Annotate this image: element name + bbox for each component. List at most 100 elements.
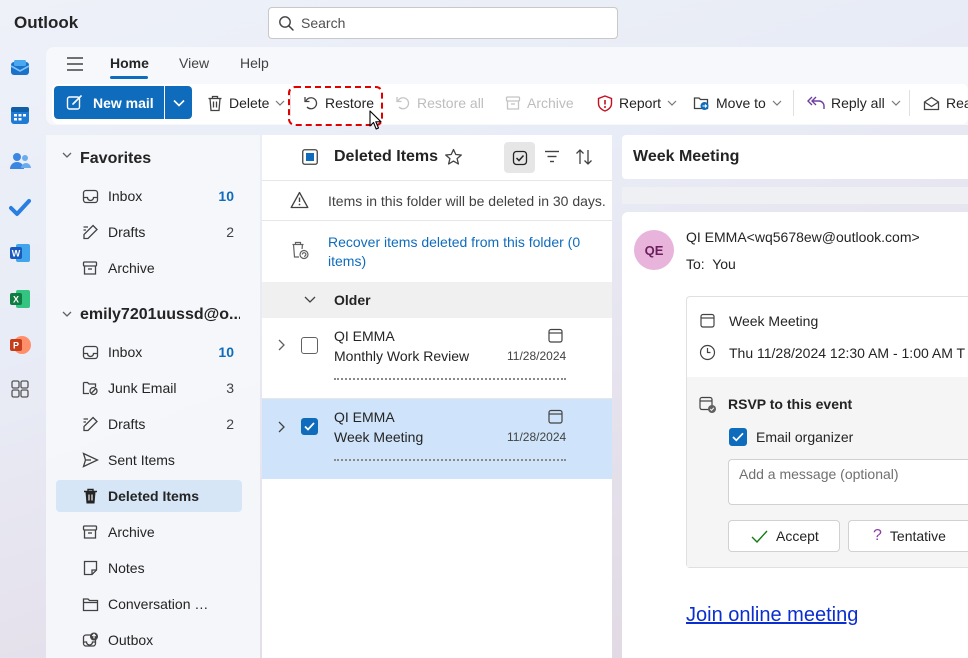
folder-drafts[interactable]: Drafts 2	[56, 408, 242, 440]
move-to-button[interactable]: Move to	[693, 91, 782, 115]
tab-home[interactable]: Home	[110, 55, 149, 71]
tab-help[interactable]: Help	[240, 55, 269, 71]
folder-conversation-history[interactable]: Conversation Histo...	[56, 588, 242, 620]
calendar-rsvp-icon	[699, 396, 717, 414]
powerpoint-app-icon[interactable]: P	[8, 333, 32, 357]
shield-alert-icon	[597, 94, 613, 112]
folder-favorites-inbox[interactable]: Inbox 10	[56, 180, 242, 212]
read-button[interactable]: Rea	[923, 91, 968, 115]
excel-app-icon[interactable]: X	[8, 287, 32, 311]
folder-deleted-items[interactable]: Deleted Items	[56, 480, 242, 512]
folder-junk-email[interactable]: Junk Email 3	[56, 372, 242, 404]
mouse-cursor-icon	[369, 110, 383, 131]
recover-items-link[interactable]: Recover items deleted from this folder (…	[328, 233, 598, 271]
new-mail-dropdown[interactable]	[165, 86, 192, 119]
drafts-icon	[81, 416, 99, 432]
group-header-label: Older	[334, 292, 371, 308]
word-app-icon[interactable]: W	[8, 241, 32, 265]
folder-favorites-drafts[interactable]: Drafts 2	[56, 216, 242, 248]
favorites-header[interactable]: Favorites	[80, 150, 151, 168]
folder-inbox[interactable]: Inbox 10	[56, 336, 242, 368]
message-list-title: Deleted Items	[334, 148, 439, 165]
delete-label: Delete	[229, 95, 270, 111]
message-date: 11/28/2024	[507, 430, 567, 444]
reply-all-button[interactable]: Reply all	[807, 91, 901, 115]
archive-icon	[81, 524, 99, 540]
restore-all-label: Restore all	[417, 95, 484, 111]
archive-label: Archive	[527, 95, 574, 111]
search-input[interactable]: Search	[268, 7, 618, 39]
tab-view[interactable]: View	[179, 55, 209, 71]
folder-notes[interactable]: Notes	[56, 552, 242, 584]
new-mail-button[interactable]: New mail	[54, 86, 164, 119]
recover-trash-icon	[291, 241, 310, 260]
select-all-checkbox[interactable]	[302, 149, 318, 165]
restore-all-button[interactable]: Restore all	[395, 91, 484, 115]
divider	[262, 180, 612, 181]
folder-label: Inbox	[108, 188, 143, 204]
avatar[interactable]: QE	[634, 230, 674, 270]
archive-icon	[505, 95, 521, 111]
folder-archive[interactable]: Archive	[56, 516, 242, 548]
chevron-down-icon[interactable]	[62, 152, 72, 158]
chevron-right-icon[interactable]	[278, 339, 285, 351]
report-button[interactable]: Report	[597, 91, 677, 115]
chevron-down-icon	[772, 100, 782, 106]
tentative-button[interactable]: ? Tentative	[848, 520, 968, 552]
svg-text:X: X	[13, 295, 19, 305]
compose-icon	[66, 94, 83, 111]
calendar-item-icon	[548, 409, 563, 424]
folder-outbox[interactable]: Outbox	[56, 624, 242, 656]
delete-button[interactable]: Delete	[207, 91, 285, 115]
folder-label: Deleted Items	[108, 488, 200, 504]
rsvp-message-input[interactable]: Add a message (optional)	[728, 459, 968, 505]
chevron-down-icon[interactable]	[62, 311, 72, 317]
account-header[interactable]: emily7201uussd@o...	[80, 306, 240, 324]
search-icon	[278, 15, 295, 32]
star-icon[interactable]	[444, 148, 463, 166]
archive-button[interactable]: Archive	[505, 91, 574, 115]
todo-app-icon[interactable]	[8, 195, 32, 219]
mail-app-icon[interactable]	[8, 56, 32, 80]
message-preview-placeholder	[334, 459, 566, 461]
rsvp-label: RSVP to this event	[728, 396, 853, 412]
more-apps-icon[interactable]	[8, 377, 32, 401]
unread-count: 10	[218, 188, 234, 204]
junk-icon	[81, 380, 99, 396]
message-checkbox[interactable]	[301, 337, 318, 354]
folder-label: Junk Email	[108, 380, 177, 396]
message-checkbox-checked[interactable]	[301, 418, 318, 435]
selection-mode-button[interactable]	[504, 142, 535, 173]
folder-label: Drafts	[108, 224, 146, 240]
toolbar-divider	[793, 90, 794, 116]
sender-address[interactable]: QI EMMA<wq5678ew@outlook.com>	[686, 229, 920, 245]
message-subject: Monthly Work Review	[334, 348, 470, 364]
to-label: To:	[686, 256, 705, 272]
hamburger-menu-icon[interactable]	[66, 56, 84, 72]
chevron-right-icon[interactable]	[278, 421, 285, 433]
chevron-down-icon	[275, 100, 285, 106]
reply-all-label: Reply all	[831, 95, 885, 111]
folder-sent-items[interactable]: Sent Items	[56, 444, 242, 476]
folder-label: Drafts	[108, 416, 146, 432]
chevron-down-icon[interactable]	[304, 296, 316, 303]
message-subject: Week Meeting	[334, 429, 424, 445]
folder-move-icon	[693, 95, 710, 111]
tentative-label: Tentative	[889, 528, 946, 544]
trash-icon	[81, 488, 99, 505]
accept-button[interactable]: Accept	[728, 520, 840, 552]
app-title: Outlook	[14, 13, 79, 32]
calendar-app-icon[interactable]	[8, 103, 32, 127]
sort-icon[interactable]	[575, 148, 593, 166]
unread-count: 10	[218, 344, 234, 360]
folder-favorites-archive[interactable]: Archive	[56, 252, 242, 284]
email-organizer-checkbox[interactable]	[729, 428, 747, 446]
folder-label: Archive	[108, 260, 155, 276]
filter-icon[interactable]	[544, 150, 560, 163]
message-sender: QI EMMA	[334, 409, 395, 425]
join-online-meeting-link[interactable]: Join online meeting	[686, 604, 858, 627]
clock-icon	[699, 344, 716, 361]
people-app-icon[interactable]	[8, 149, 32, 173]
active-tab-indicator	[110, 76, 148, 79]
warning-icon	[290, 191, 309, 209]
